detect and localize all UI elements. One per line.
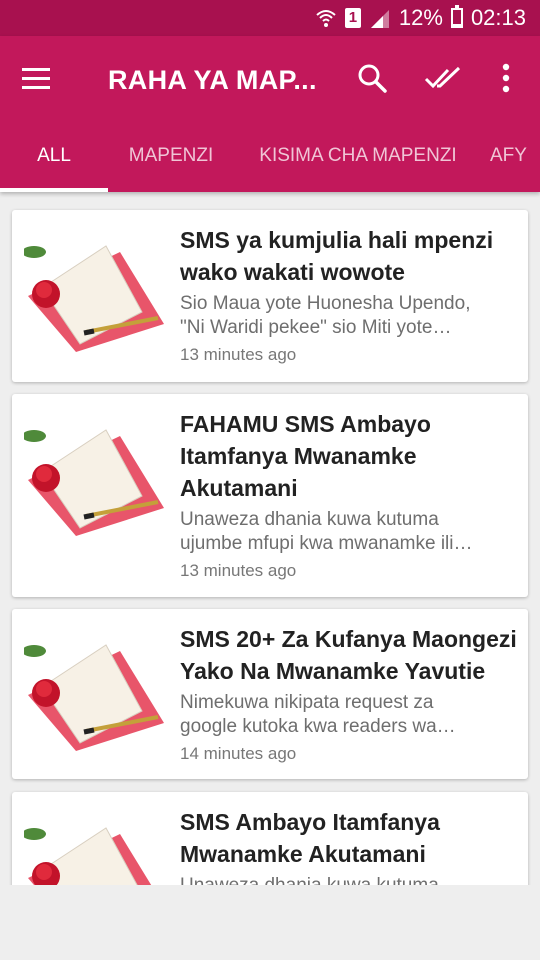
tab-all[interactable]: ALL xyxy=(0,132,108,192)
article-card[interactable]: SMS ya kumjulia hali mpenzi wako wakati … xyxy=(12,210,528,382)
article-card[interactable]: FAHAMU SMS Ambayo Itamfanya Mwanamke Aku… xyxy=(12,394,528,597)
article-excerpt: Sio Maua yote Huonesha Upendo, "Ni Warid… xyxy=(180,293,471,338)
article-time: 13 minutes ago xyxy=(180,345,297,364)
clock: 02:13 xyxy=(470,5,526,30)
rose-envelope-pen-image xyxy=(24,245,164,352)
article-excerpt: Unaweza dhania kuwa kutuma ujumbe mfupi … xyxy=(180,509,473,554)
active-tab-indicator xyxy=(0,188,108,192)
battery-percent: 12% xyxy=(398,5,443,30)
tab-mapenzi[interactable]: MAPENZI xyxy=(108,132,234,192)
more-vert-icon[interactable] xyxy=(486,58,526,98)
bottom-empty-area xyxy=(0,885,540,960)
article-excerpt: Unaweza dhania kuwa kutuma xyxy=(180,874,510,885)
article-card[interactable]: SMS 20+ Za Kufanya Maongezi Yako Na Mwan… xyxy=(12,609,528,779)
article-time: 14 minutes ago xyxy=(180,744,297,763)
rose-envelope-pen-image xyxy=(24,644,164,751)
article-title: SMS ya kumjulia hali mpenzi wako wakati … xyxy=(180,227,494,285)
article-time: 13 minutes ago xyxy=(180,561,297,580)
tab-kisima-cha-mapenzi[interactable]: KISIMA CHA MAPENZI xyxy=(234,132,482,192)
tab-afya[interactable]: AFY xyxy=(482,132,540,192)
sim-icon: 1 xyxy=(344,8,361,28)
status-bar: 1 12% 02:13 xyxy=(0,0,540,36)
search-icon[interactable] xyxy=(352,58,392,98)
article-card[interactable]: SMS Ambayo Itamfanya Mwanamke Akutamani … xyxy=(12,792,528,885)
status-icons: 1 12% 02:13 xyxy=(315,0,526,36)
article-title: FAHAMU SMS Ambayo Itamfanya Mwanamke Aku… xyxy=(180,411,431,501)
signal-icon xyxy=(370,10,389,28)
app-title: RAHA YA MAP... xyxy=(108,65,317,95)
app-bar: RAHA YA MAP... ALL MAPENZI KISIMA CHA MA… xyxy=(0,36,540,192)
double-check-icon[interactable] xyxy=(423,58,463,98)
rose-envelope-pen-image xyxy=(24,429,164,536)
article-title: SMS 20+ Za Kufanya Maongezi Yako Na Mwan… xyxy=(180,626,517,684)
article-excerpt: Nimekuwa nikipata request za google kuto… xyxy=(180,692,456,737)
wifi-icon xyxy=(316,10,336,27)
category-tabs: ALL MAPENZI KISIMA CHA MAPENZI AFY xyxy=(0,132,540,192)
rose-envelope-pen-image xyxy=(24,827,152,885)
hamburger-menu-icon[interactable] xyxy=(20,66,52,92)
battery-icon xyxy=(450,5,463,28)
article-title: SMS Ambayo Itamfanya Mwanamke Akutamani xyxy=(180,809,440,867)
article-feed[interactable]: SMS ya kumjulia hali mpenzi wako wakati … xyxy=(0,192,540,885)
